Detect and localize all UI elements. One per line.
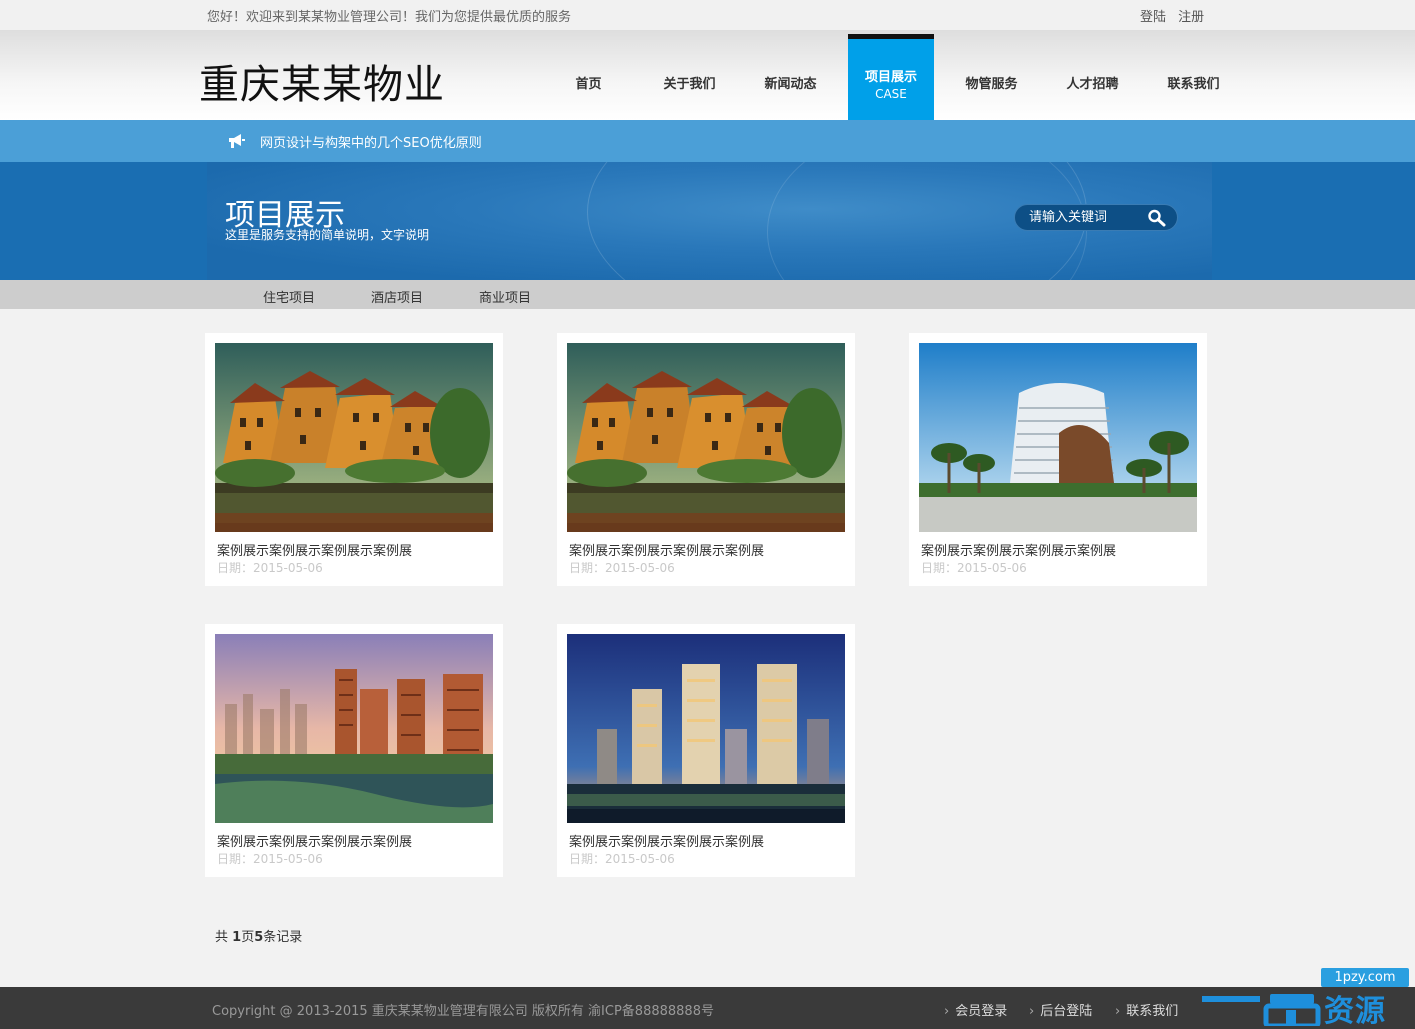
nav-item-label: 项目展示 <box>864 70 917 85</box>
footer-contact-link[interactable]: 联系我们 <box>1115 1000 1178 1019</box>
project-image[interactable] <box>567 634 845 823</box>
watermark-logo: 1pzy.com 资源网 <box>1200 968 1415 1029</box>
pager-suffix: 条记录 <box>263 930 303 945</box>
register-link[interactable]: 注册 <box>1178 10 1204 25</box>
nav-item-careers[interactable]: 人才招聘 <box>1042 30 1143 120</box>
project-date: 日期：2015-05-06 <box>217 852 323 866</box>
category-hotel[interactable]: 酒店项目 <box>371 287 423 306</box>
project-image[interactable] <box>567 343 845 532</box>
pager-page-count: 1 <box>232 930 242 945</box>
pager-mid: 页 <box>241 930 255 945</box>
project-image[interactable] <box>215 343 493 532</box>
category-commercial[interactable]: 商业项目 <box>479 287 531 306</box>
project-date: 日期：2015-05-06 <box>921 561 1027 575</box>
nav-item-news[interactable]: 新闻动态 <box>740 30 841 120</box>
project-card[interactable]: 案例展示案例展示案例展示案例展 日期：2015-05-06 <box>205 624 503 877</box>
main-nav: 首页 关于我们 新闻动态 项目展示 CASE 物管服务 人才招聘 联系我们 <box>538 30 1244 120</box>
pagination-summary: 共 1页5条记录 <box>215 926 302 945</box>
pager-record-count: 5 <box>254 930 264 945</box>
nav-item-label: 联系我们 <box>1167 76 1220 92</box>
page-banner: 项目展示 这里是服务支持的简单说明，文字说明 <box>0 162 1415 280</box>
nav-item-label: 新闻动态 <box>764 76 817 92</box>
project-card[interactable]: 案例展示案例展示案例展示案例展 日期：2015-05-06 <box>557 333 855 586</box>
megaphone-icon <box>229 134 245 148</box>
project-card[interactable]: 案例展示案例展示案例展示案例展 日期：2015-05-06 <box>909 333 1207 586</box>
nav-item-home[interactable]: 首页 <box>538 30 639 120</box>
category-tabs: 住宅项目 酒店项目 商业项目 <box>0 280 1415 309</box>
copyright-text: Copyright @ 2013-2015 重庆某某物业管理有限公司 版权所有 … <box>212 1004 714 1019</box>
project-caption[interactable]: 案例展示案例展示案例展示案例展 <box>569 540 764 559</box>
search-input[interactable] <box>1029 210 1149 225</box>
site-header: 重庆某某物业 首页 关于我们 新闻动态 项目展示 CASE 物管服务 人才招聘 … <box>0 30 1415 120</box>
site-logo[interactable]: 重庆某某物业 <box>199 52 445 110</box>
notice-text[interactable]: 网页设计与构架中的几个SEO优化原则 <box>260 132 482 151</box>
watermark-domain: 1pzy.com <box>1321 968 1409 987</box>
top-bar: 您好！欢迎来到某某物业管理公司！我们为您提供最优质的服务 登陆 注册 <box>0 0 1415 30</box>
pager-prefix: 共 <box>215 930 233 945</box>
nav-item-label: 首页 <box>575 76 602 92</box>
project-image[interactable] <box>919 343 1197 532</box>
nav-item-property-service[interactable]: 物管服务 <box>941 30 1042 120</box>
nav-item-projects[interactable]: 项目展示 CASE <box>848 34 934 120</box>
login-link[interactable]: 登陆 <box>1140 10 1166 25</box>
nav-item-sublabel: CASE <box>875 87 907 101</box>
project-caption[interactable]: 案例展示案例展示案例展示案例展 <box>921 540 1116 559</box>
footer-admin-login-link[interactable]: 后台登陆 <box>1029 1000 1092 1019</box>
project-caption[interactable]: 案例展示案例展示案例展示案例展 <box>217 540 412 559</box>
page-subtitle: 这里是服务支持的简单说明，文字说明 <box>225 228 430 242</box>
project-date: 日期：2015-05-06 <box>217 561 323 575</box>
search-icon[interactable] <box>1147 209 1167 227</box>
project-card[interactable]: 案例展示案例展示案例展示案例展 日期：2015-05-06 <box>205 333 503 586</box>
project-card[interactable]: 案例展示案例展示案例展示案例展 日期：2015-05-06 <box>557 624 855 877</box>
project-image[interactable] <box>215 634 493 823</box>
auth-links: 登陆 注册 <box>1140 6 1212 25</box>
project-caption[interactable]: 案例展示案例展示案例展示案例展 <box>569 831 764 850</box>
project-caption[interactable]: 案例展示案例展示案例展示案例展 <box>217 831 412 850</box>
watermark-icon <box>1202 994 1321 1026</box>
nav-item-label: 关于我们 <box>663 76 716 92</box>
welcome-text: 您好！欢迎来到某某物业管理公司！我们为您提供最优质的服务 <box>207 10 572 25</box>
notice-bar: 网页设计与构架中的几个SEO优化原则 <box>0 120 1415 162</box>
category-residential[interactable]: 住宅项目 <box>263 287 315 306</box>
project-date: 日期：2015-05-06 <box>569 561 675 575</box>
nav-item-about[interactable]: 关于我们 <box>639 30 740 120</box>
watermark-name: 资源网 <box>1324 994 1386 1029</box>
nav-item-label: 人才招聘 <box>1066 76 1119 92</box>
footer-member-login-link[interactable]: 会员登录 <box>944 1000 1007 1019</box>
nav-item-contact[interactable]: 联系我们 <box>1143 30 1244 120</box>
project-date: 日期：2015-05-06 <box>569 852 675 866</box>
nav-item-label: 物管服务 <box>965 76 1018 92</box>
search-box <box>1014 204 1178 231</box>
